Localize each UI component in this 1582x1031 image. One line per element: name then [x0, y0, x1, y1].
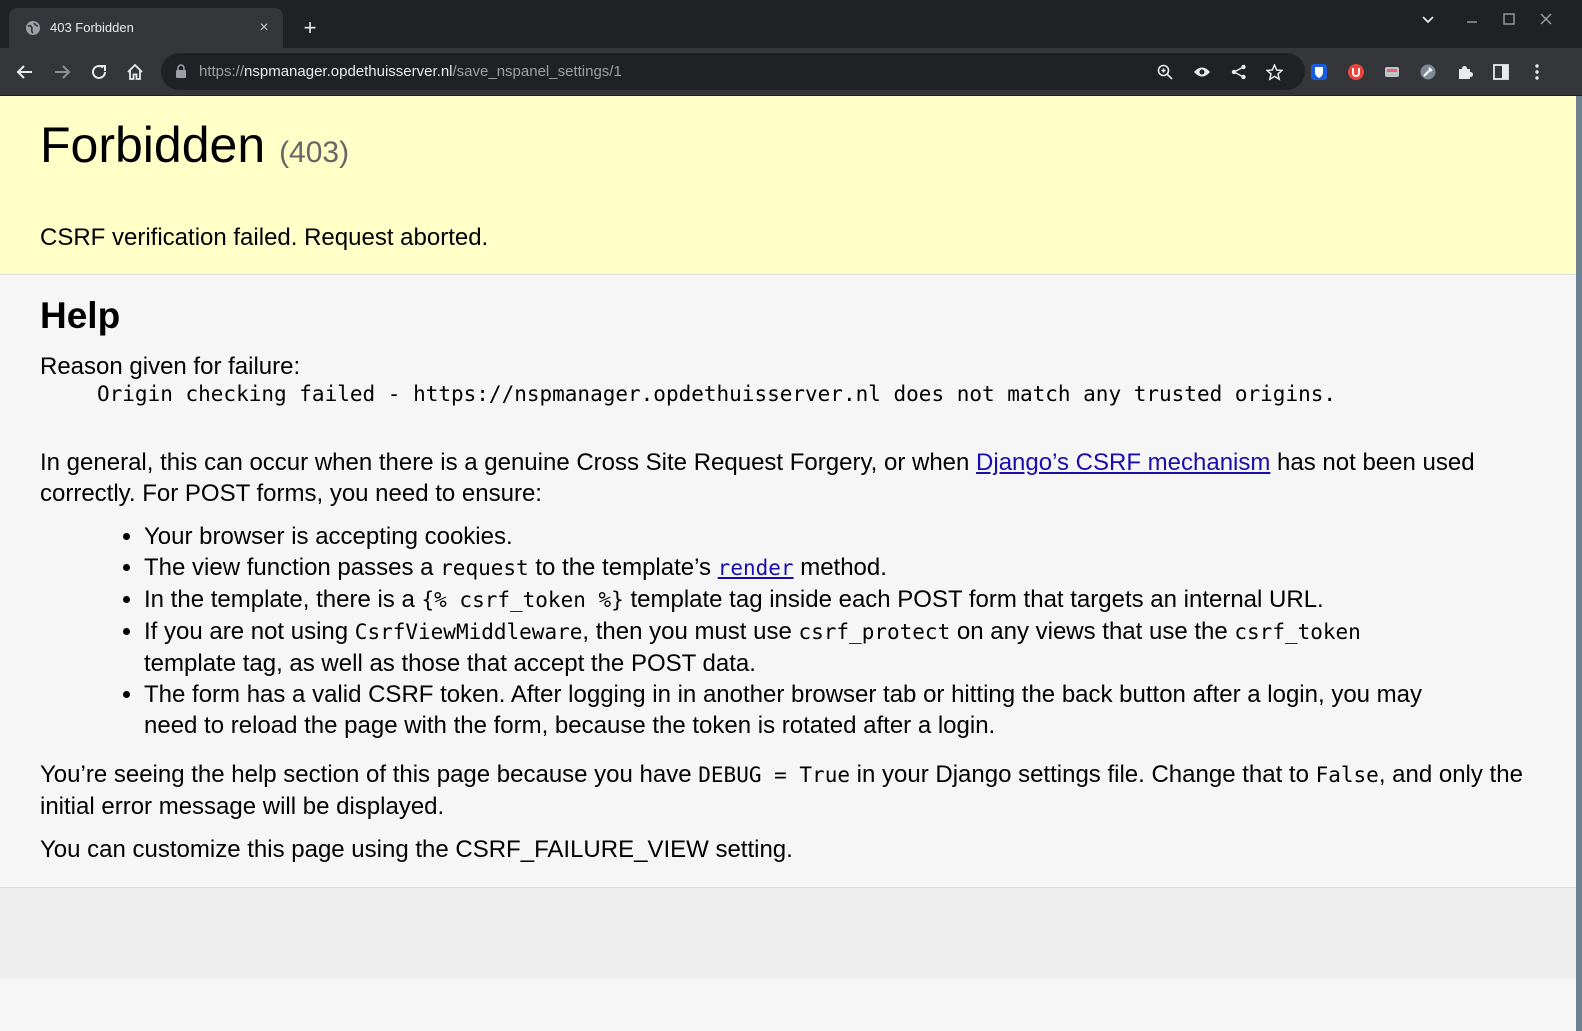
page-viewport: Forbidden (403) CSRF verification failed…	[0, 96, 1576, 1031]
tab-strip: 403 Forbidden × +	[0, 0, 1582, 48]
page-title: Forbidden (403)	[40, 116, 1536, 182]
minimize-icon[interactable]	[1460, 12, 1484, 36]
list-item: The view function passes a request to th…	[144, 552, 1434, 584]
debug-text: in your Django settings file. Change tha…	[849, 761, 1316, 788]
zoom-icon[interactable]	[1154, 61, 1176, 83]
help-heading: Help	[40, 295, 121, 336]
new-tab-button[interactable]: +	[296, 16, 324, 44]
code-csrf-token-tag: {% csrf_token %}	[421, 588, 624, 612]
general-explanation: In general, this can occur when there is…	[40, 447, 1536, 509]
share-icon[interactable]	[1228, 61, 1250, 83]
tab-title: 403 Forbidden	[50, 20, 134, 35]
reload-icon[interactable]	[85, 58, 113, 86]
list-item: In the template, there is a {% csrf_toke…	[144, 584, 1434, 616]
status-code: (403)	[279, 136, 350, 169]
url-text[interactable]: https://nspmanager.opdethuisserver.nl/sa…	[199, 63, 622, 80]
star-icon[interactable]	[1263, 61, 1285, 83]
requirements-list: Your browser is accepting cookies. The v…	[144, 521, 1536, 741]
cast-extension-icon[interactable]	[1381, 61, 1403, 83]
code-csrf-protect: csrf_protect	[798, 620, 951, 644]
general-text-before: In general, this can occur when there is…	[40, 449, 977, 476]
bullet-text: template tag inside each POST form that …	[623, 586, 1324, 613]
bullet-text: on any views that use the	[950, 618, 1235, 645]
bullet-text: template tag, as well as those that acce…	[144, 650, 756, 677]
bullet-text: Your browser is accepting cookies.	[144, 523, 513, 550]
failure-reason: Origin checking failed - https://nspmana…	[97, 382, 1337, 406]
error-message: CSRF verification failed. Request aborte…	[40, 224, 489, 251]
render-docs-link[interactable]: render	[718, 556, 794, 580]
bullet-text: , then you must use	[582, 618, 799, 645]
home-icon[interactable]	[121, 58, 149, 86]
reason-label: Reason given for failure:	[40, 353, 301, 380]
list-item: If you are not using CsrfViewMiddleware,…	[144, 616, 1434, 679]
code-csrf-middleware: CsrfViewMiddleware	[354, 620, 583, 644]
url-host: nspmanager.opdethuisserver.nl	[244, 63, 453, 80]
kebab-menu-icon[interactable]	[1526, 61, 1548, 83]
code-false: False	[1315, 763, 1379, 787]
puzzle-icon[interactable]	[1454, 61, 1476, 83]
bullet-text: method.	[793, 554, 887, 581]
url-scheme: https://	[199, 63, 245, 80]
bullet-text: In the template, there is a	[144, 586, 422, 613]
debug-text: You’re seeing the help section of this p…	[40, 761, 699, 788]
help-section: Help Reason given for failure: Origin ch…	[0, 275, 1576, 888]
error-summary: Forbidden (403) CSRF verification failed…	[0, 96, 1576, 275]
eye-icon[interactable]	[1191, 61, 1213, 83]
close-window-icon[interactable]	[1534, 12, 1558, 36]
tab-search-chevron-icon[interactable]	[1416, 12, 1440, 36]
ublock-extension-icon[interactable]	[1345, 61, 1367, 83]
code-request: request	[440, 556, 529, 580]
browser-toolbar: https://nspmanager.opdethuisserver.nl/sa…	[0, 48, 1582, 96]
list-item: Your browser is accepting cookies.	[144, 521, 1434, 552]
bitwarden-extension-icon[interactable]	[1308, 61, 1330, 83]
customize-notice: You can customize this page using the CS…	[40, 836, 793, 863]
address-bar[interactable]: https://nspmanager.opdethuisserver.nl/sa…	[161, 53, 1305, 90]
url-path: /save_nspanel_settings/1	[452, 63, 622, 80]
list-item: The form has a valid CSRF token. After l…	[144, 679, 1434, 741]
maximize-icon[interactable]	[1497, 12, 1521, 36]
side-panel-icon[interactable]	[1490, 61, 1512, 83]
window-edge	[1576, 96, 1582, 1031]
debug-notice: You’re seeing the help section of this p…	[40, 759, 1536, 822]
globe-icon	[25, 20, 41, 36]
bullet-text: The form has a valid CSRF token. After l…	[144, 681, 1423, 739]
page-footer	[0, 888, 1576, 978]
bullet-text: to the template’s	[528, 554, 718, 581]
tab-close-icon[interactable]: ×	[255, 19, 273, 37]
code-csrf-token: csrf_token	[1234, 620, 1361, 644]
django-csrf-docs-link[interactable]: Django’s CSRF mechanism	[976, 449, 1270, 476]
back-arrow-icon[interactable]	[11, 58, 39, 86]
error-title: Forbidden	[40, 117, 266, 173]
wrench-extension-icon[interactable]	[1417, 61, 1439, 83]
lock-icon[interactable]	[175, 64, 187, 83]
browser-tab[interactable]: 403 Forbidden ×	[9, 8, 283, 48]
code-debug-true: DEBUG = True	[698, 763, 850, 787]
bullet-text: If you are not using	[144, 618, 355, 645]
forward-arrow-icon[interactable]	[48, 58, 76, 86]
bullet-text: The view function passes a	[144, 554, 441, 581]
